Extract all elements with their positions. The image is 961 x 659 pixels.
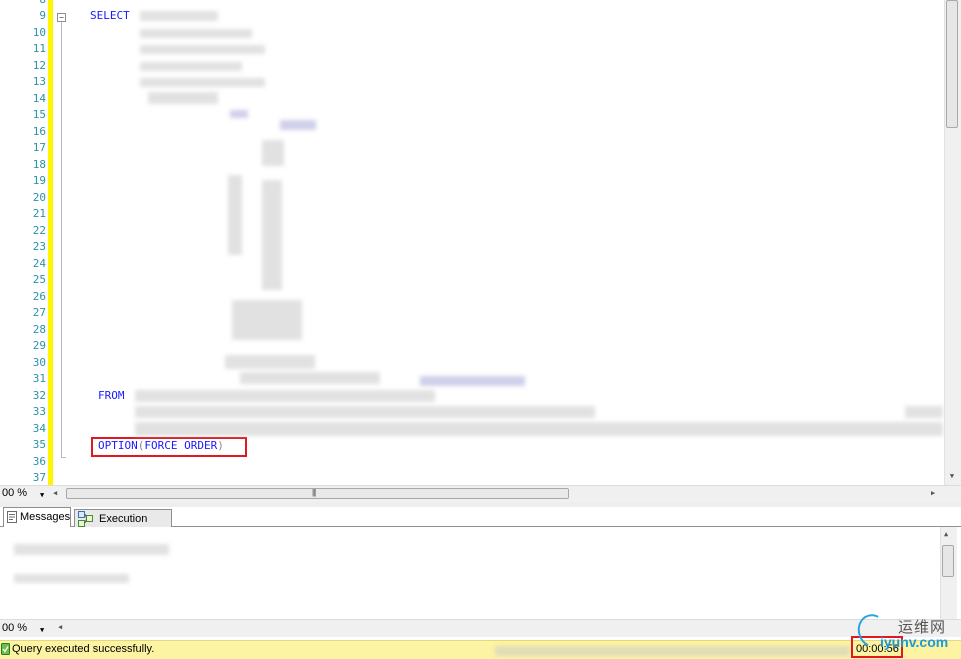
redacted-code	[225, 355, 315, 369]
line-number: 35	[32, 438, 46, 451]
messages-zoom-select[interactable]: 00 %	[2, 622, 27, 634]
redacted-code	[135, 390, 435, 402]
redacted-code	[140, 11, 218, 21]
redacted-code	[140, 62, 242, 71]
redacted-code	[228, 175, 242, 255]
scroll-left-arrow-icon[interactable]: ◀	[53, 489, 57, 497]
messages-vertical-scroll-thumb[interactable]	[942, 545, 954, 577]
collapse-toggle-icon[interactable]: −	[57, 13, 66, 22]
redacted-message	[14, 544, 169, 555]
line-number: 15	[32, 108, 46, 121]
chevron-down-icon[interactable]: ▼	[40, 626, 44, 634]
status-message: Query executed successfully.	[12, 643, 155, 655]
line-number: 16	[32, 125, 46, 138]
editor-vertical-scroll-thumb[interactable]	[946, 0, 958, 128]
redacted-code	[262, 180, 282, 290]
redacted-code	[135, 406, 595, 418]
line-number: 37	[32, 471, 46, 484]
editor-horizontal-scroll-thumb[interactable]	[66, 488, 569, 499]
outline-line	[61, 22, 62, 458]
redacted-code	[140, 29, 252, 38]
redacted-message	[14, 574, 129, 583]
scroll-down-arrow-icon[interactable]: ▼	[946, 470, 958, 482]
line-number: 36	[32, 455, 46, 468]
tab-messages[interactable]: Messages	[3, 507, 71, 528]
line-number: 21	[32, 207, 46, 220]
line-number: 18	[32, 158, 46, 171]
execution-plan-icon	[78, 511, 93, 527]
sql-keyword-select: SELECT	[90, 9, 130, 22]
scroll-grip-icon: |||	[312, 488, 316, 497]
outline-line-end	[61, 457, 66, 458]
line-number: 20	[32, 191, 46, 204]
line-number: 31	[32, 372, 46, 385]
line-number: 10	[32, 26, 46, 39]
redacted-code	[140, 45, 265, 54]
redacted-code	[905, 406, 943, 418]
line-number: 11	[32, 42, 46, 55]
line-number: 32	[32, 389, 46, 402]
redacted-code	[240, 372, 380, 384]
redacted-code	[230, 110, 248, 118]
line-number: 14	[32, 92, 46, 105]
editor-zoom-select[interactable]: 00 %	[2, 487, 27, 499]
line-number: 30	[32, 356, 46, 369]
change-tracking-bar	[48, 0, 53, 485]
option-highlight-box	[91, 437, 247, 457]
tab-execution-plan[interactable]: Execution plan	[74, 509, 172, 543]
line-number: 24	[32, 257, 46, 270]
redacted-code	[135, 422, 943, 436]
line-number: 25	[32, 273, 46, 286]
query-success-icon	[1, 643, 10, 655]
redacted-code	[140, 78, 265, 87]
watermark-site-text: iyunv.com	[880, 634, 949, 650]
tab-messages-label: Messages	[20, 511, 71, 523]
line-number: 17	[32, 141, 46, 154]
scroll-right-arrow-icon[interactable]: ▶	[931, 489, 935, 497]
line-number: 9	[39, 9, 46, 22]
redacted-code	[420, 376, 525, 386]
line-number: 29	[32, 339, 46, 352]
line-number: 26	[32, 290, 46, 303]
scroll-left-arrow-icon[interactable]: ◀	[58, 623, 62, 631]
line-number: 13	[32, 75, 46, 88]
line-number: 28	[32, 323, 46, 336]
scroll-up-arrow-icon[interactable]: ▲	[944, 530, 948, 538]
redacted-code	[232, 300, 302, 340]
line-number: 27	[32, 306, 46, 319]
line-number: 23	[32, 240, 46, 253]
redacted-status-info	[495, 646, 850, 656]
query-editor[interactable]: − 8 9 10 11 12 13 14 15 16 17 18 19 20 2…	[0, 0, 961, 485]
messages-icon	[7, 511, 17, 523]
line-number: 19	[32, 174, 46, 187]
line-number: 12	[32, 59, 46, 72]
line-number: 33	[32, 405, 46, 418]
redacted-code	[148, 92, 218, 104]
redacted-code	[262, 140, 284, 166]
chevron-down-icon[interactable]: ▼	[40, 491, 44, 499]
messages-bottom-bar	[0, 619, 961, 637]
redacted-code	[280, 120, 316, 130]
line-number: 34	[32, 422, 46, 435]
messages-pane	[0, 527, 961, 619]
line-number: 22	[32, 224, 46, 237]
sql-keyword-from: FROM	[98, 389, 125, 402]
